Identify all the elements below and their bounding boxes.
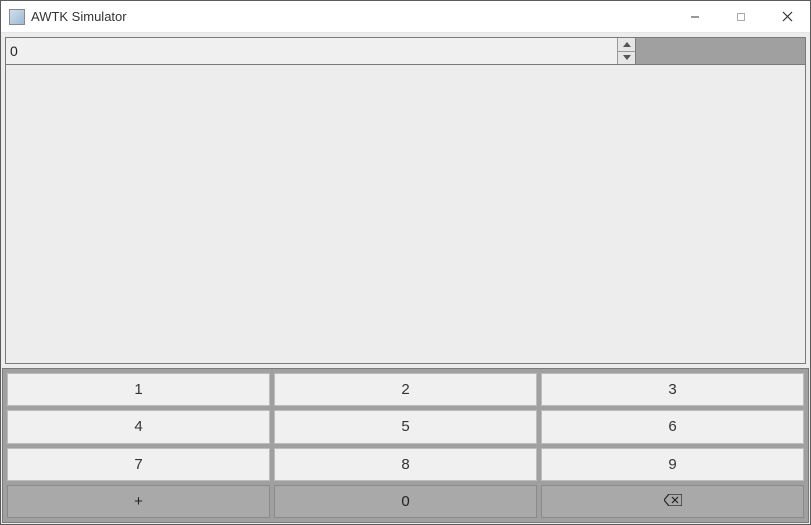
backspace-icon xyxy=(664,493,682,510)
key-1[interactable]: 1 xyxy=(7,373,270,406)
side-button[interactable] xyxy=(636,37,806,65)
spin-up-button[interactable] xyxy=(618,38,635,52)
key-2[interactable]: 2 xyxy=(274,373,537,406)
input-row xyxy=(5,37,806,65)
maximize-button[interactable] xyxy=(718,1,764,33)
key-7[interactable]: 7 xyxy=(7,448,270,481)
titlebar: AWTK Simulator xyxy=(1,1,810,33)
key-3[interactable]: 3 xyxy=(541,373,804,406)
window-title: AWTK Simulator xyxy=(31,9,127,24)
number-input-wrap xyxy=(5,37,636,65)
app-window: AWTK Simulator xyxy=(0,0,811,525)
keypad: 1 2 3 4 5 6 7 8 9 + 0 xyxy=(2,368,809,523)
key-8[interactable]: 8 xyxy=(274,448,537,481)
spin-down-button[interactable] xyxy=(618,52,635,65)
client-area: 1 2 3 4 5 6 7 8 9 + 0 xyxy=(1,33,810,524)
key-backspace[interactable] xyxy=(541,485,804,518)
key-4[interactable]: 4 xyxy=(7,410,270,443)
app-icon xyxy=(9,9,25,25)
key-6[interactable]: 6 xyxy=(541,410,804,443)
key-9[interactable]: 9 xyxy=(541,448,804,481)
key-5[interactable]: 5 xyxy=(274,410,537,443)
number-input[interactable] xyxy=(6,38,617,64)
spin-buttons xyxy=(617,38,635,64)
content-area xyxy=(5,65,806,364)
close-button[interactable] xyxy=(764,1,810,33)
key-plus[interactable]: + xyxy=(7,485,270,518)
minimize-button[interactable] xyxy=(672,1,718,33)
key-0[interactable]: 0 xyxy=(274,485,537,518)
